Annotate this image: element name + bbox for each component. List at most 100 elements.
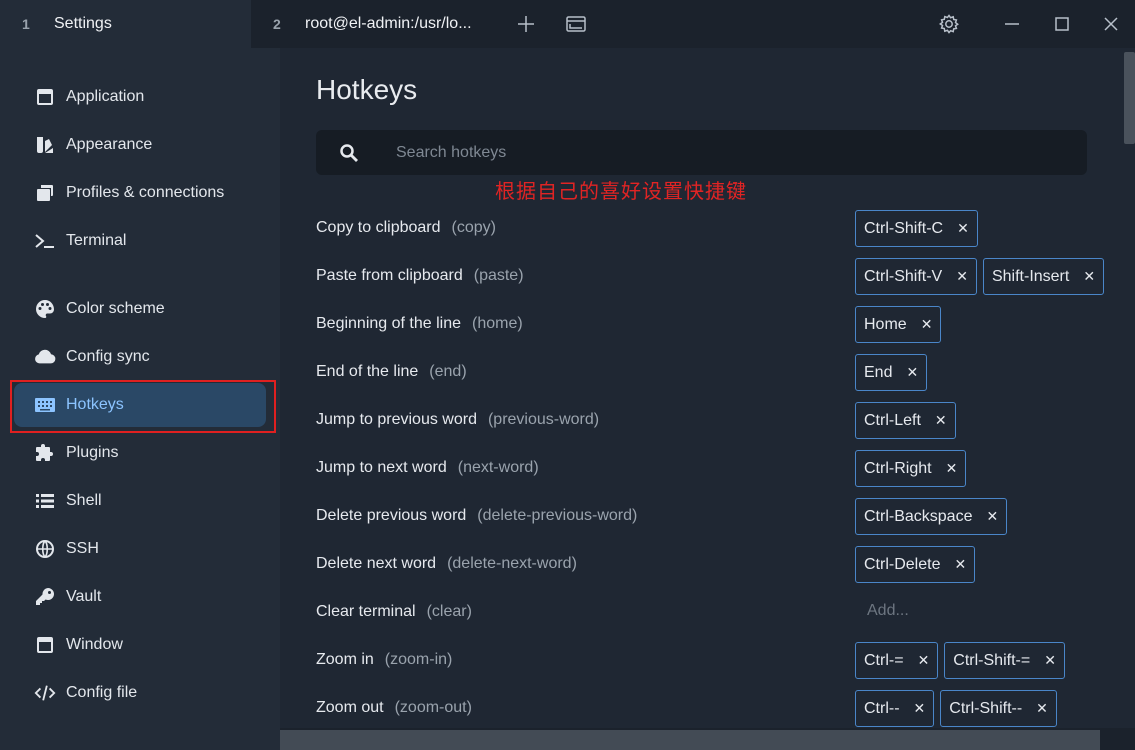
remove-icon[interactable]: ✕ <box>956 268 968 285</box>
terminal-icon <box>34 230 56 252</box>
hotkey-chip[interactable]: Ctrl-Shift-= ✕ <box>944 642 1065 679</box>
hotkey-chip[interactable]: End ✕ <box>855 354 928 391</box>
application-icon <box>34 86 56 108</box>
tab-terminal[interactable]: 2 root@el-admin:/usr/lo... <box>251 0 501 48</box>
annotation-text: 根据自己的喜好设置快捷键 <box>495 179 747 203</box>
remove-icon[interactable]: ✕ <box>906 364 918 381</box>
vertical-scrollbar-thumb[interactable] <box>1124 52 1135 144</box>
globe-icon <box>34 538 56 560</box>
hotkey-label: Jump to next word <box>316 459 447 476</box>
key-icon <box>34 586 56 608</box>
sidebar-item-application[interactable]: Application <box>14 75 266 119</box>
remove-icon[interactable]: ✕ <box>986 508 998 525</box>
remove-icon[interactable]: ✕ <box>918 652 930 669</box>
hotkey-id: (previous-word) <box>487 411 600 428</box>
hotkeys-panel: Hotkeys 根据自己的喜好设置快捷键 Copy to clipboard (… <box>280 48 1115 728</box>
hotkey-row-clear: Clear terminal (clear) Add... <box>316 588 1116 636</box>
gear-icon[interactable] <box>937 12 961 36</box>
remove-icon[interactable]: ✕ <box>914 700 926 717</box>
window-icon[interactable] <box>564 12 588 36</box>
palette-icon <box>34 298 56 320</box>
sidebar-item-config-file[interactable]: Config file <box>14 671 266 715</box>
vertical-scrollbar[interactable] <box>1115 48 1135 728</box>
hotkey-chip[interactable]: Ctrl-= ✕ <box>855 642 939 679</box>
sidebar-item-label: Window <box>66 636 123 653</box>
sidebar-item-window[interactable]: Window <box>14 623 266 667</box>
sidebar-item-ssh[interactable]: SSH <box>14 527 266 571</box>
sidebar-item-appearance[interactable]: Appearance <box>14 123 266 167</box>
hotkey-label: Beginning of the line <box>316 315 461 332</box>
sidebar-item-color-scheme[interactable]: Color scheme <box>14 287 266 331</box>
sidebar-item-vault[interactable]: Vault <box>14 575 266 619</box>
hotkey-row-zoom-out: Zoom out (zoom-out) Ctrl-- ✕ Ctrl-Shift--… <box>316 684 1116 732</box>
sidebar-item-shell[interactable]: Shell <box>14 479 266 523</box>
horizontal-scrollbar-thumb[interactable] <box>280 730 1100 750</box>
hotkey-chip[interactable]: Ctrl-Backspace ✕ <box>855 498 1008 535</box>
remove-icon[interactable]: ✕ <box>921 316 933 333</box>
hotkey-key: End <box>864 363 893 381</box>
hotkey-chip[interactable]: Ctrl-Shift-C ✕ <box>855 210 978 247</box>
add-hotkey-button[interactable]: Add... <box>867 602 909 620</box>
hotkey-chip[interactable]: Ctrl-Delete ✕ <box>855 546 976 583</box>
hotkey-id: (next-word) <box>457 459 539 476</box>
remove-icon[interactable]: ✕ <box>946 460 958 477</box>
settings-sidebar: Application Appearance Profiles & connec… <box>0 48 280 750</box>
sidebar-item-label: Config file <box>66 684 138 701</box>
remove-icon[interactable]: ✕ <box>957 220 969 237</box>
hotkey-chip[interactable]: Shift-Insert ✕ <box>982 258 1105 295</box>
hotkey-row-delete-next-word: Delete next word (delete-next-word) Ctrl… <box>316 540 1116 588</box>
hotkey-row-home: Beginning of the line (home) Home ✕ <box>316 300 1116 348</box>
hotkey-chip[interactable]: Ctrl-Right ✕ <box>855 450 967 487</box>
hotkey-chip[interactable]: Ctrl-- ✕ <box>855 690 935 727</box>
hotkey-label: Zoom in <box>316 651 374 668</box>
cloud-icon <box>34 346 56 368</box>
hotkey-key: Ctrl-Right <box>864 459 932 477</box>
hotkey-chip[interactable]: Ctrl-Shift-- ✕ <box>940 690 1057 727</box>
remove-icon[interactable]: ✕ <box>954 556 966 573</box>
tab-title: root@el-admin:/usr/lo... <box>305 15 472 32</box>
tab-number: 1 <box>22 16 30 32</box>
maximize-icon[interactable] <box>1050 12 1074 36</box>
hotkey-key: Ctrl-Backspace <box>864 507 973 525</box>
sidebar-item-terminal[interactable]: Terminal <box>14 219 266 263</box>
code-icon <box>34 682 56 704</box>
hotkey-label: Jump to previous word <box>316 411 477 428</box>
plus-icon[interactable] <box>514 12 538 36</box>
remove-icon[interactable]: ✕ <box>1083 268 1095 285</box>
sidebar-item-hotkeys[interactable]: Hotkeys <box>14 383 266 427</box>
tab-settings[interactable]: 1 Settings <box>0 0 251 48</box>
hotkey-chip[interactable]: Ctrl-Shift-V ✕ <box>855 258 977 295</box>
remove-icon[interactable]: ✕ <box>1044 652 1056 669</box>
sidebar-item-profiles[interactable]: Profiles & connections <box>14 171 266 215</box>
hotkey-row-next-word: Jump to next word (next-word) Ctrl-Right… <box>316 444 1116 492</box>
sidebar-item-label: Shell <box>66 492 102 509</box>
hotkey-row-previous-word: Jump to previous word (previous-word) Ct… <box>316 396 1116 444</box>
page-title: Hotkeys <box>316 74 418 105</box>
hotkey-chip[interactable]: Home ✕ <box>855 306 942 343</box>
hotkey-row-copy: Copy to clipboard (copy) Ctrl-Shift-C ✕ <box>316 204 1116 252</box>
tab-number: 2 <box>273 16 281 32</box>
hotkey-id: (clear) <box>426 603 472 620</box>
hotkey-key: Ctrl-Shift-C <box>864 219 944 237</box>
search-input[interactable] <box>396 143 996 162</box>
hotkey-chip[interactable]: Ctrl-Left ✕ <box>855 402 956 439</box>
hotkey-label: Zoom out <box>316 699 384 716</box>
hotkey-key: Ctrl-Shift-= <box>953 651 1031 669</box>
sidebar-item-label: Color scheme <box>66 300 165 317</box>
close-icon[interactable] <box>1099 12 1123 36</box>
sidebar-item-config-sync[interactable]: Config sync <box>14 335 266 379</box>
sidebar-item-label: Appearance <box>66 136 153 153</box>
appearance-icon <box>34 134 56 156</box>
sidebar-item-plugins[interactable]: Plugins <box>14 431 266 475</box>
sidebar-item-label: Config sync <box>66 348 150 365</box>
remove-icon[interactable]: ✕ <box>1036 700 1048 717</box>
hotkey-id: (delete-previous-word) <box>477 507 638 524</box>
keyboard-icon <box>34 394 56 416</box>
minimize-icon[interactable] <box>1000 12 1024 36</box>
remove-icon[interactable]: ✕ <box>935 412 947 429</box>
hotkey-key: Ctrl-= <box>864 651 904 669</box>
search-bar[interactable] <box>316 130 1087 175</box>
hotkey-id: (zoom-in) <box>384 651 453 668</box>
hotkey-label: Copy to clipboard <box>316 219 441 236</box>
window-icon <box>34 634 56 656</box>
